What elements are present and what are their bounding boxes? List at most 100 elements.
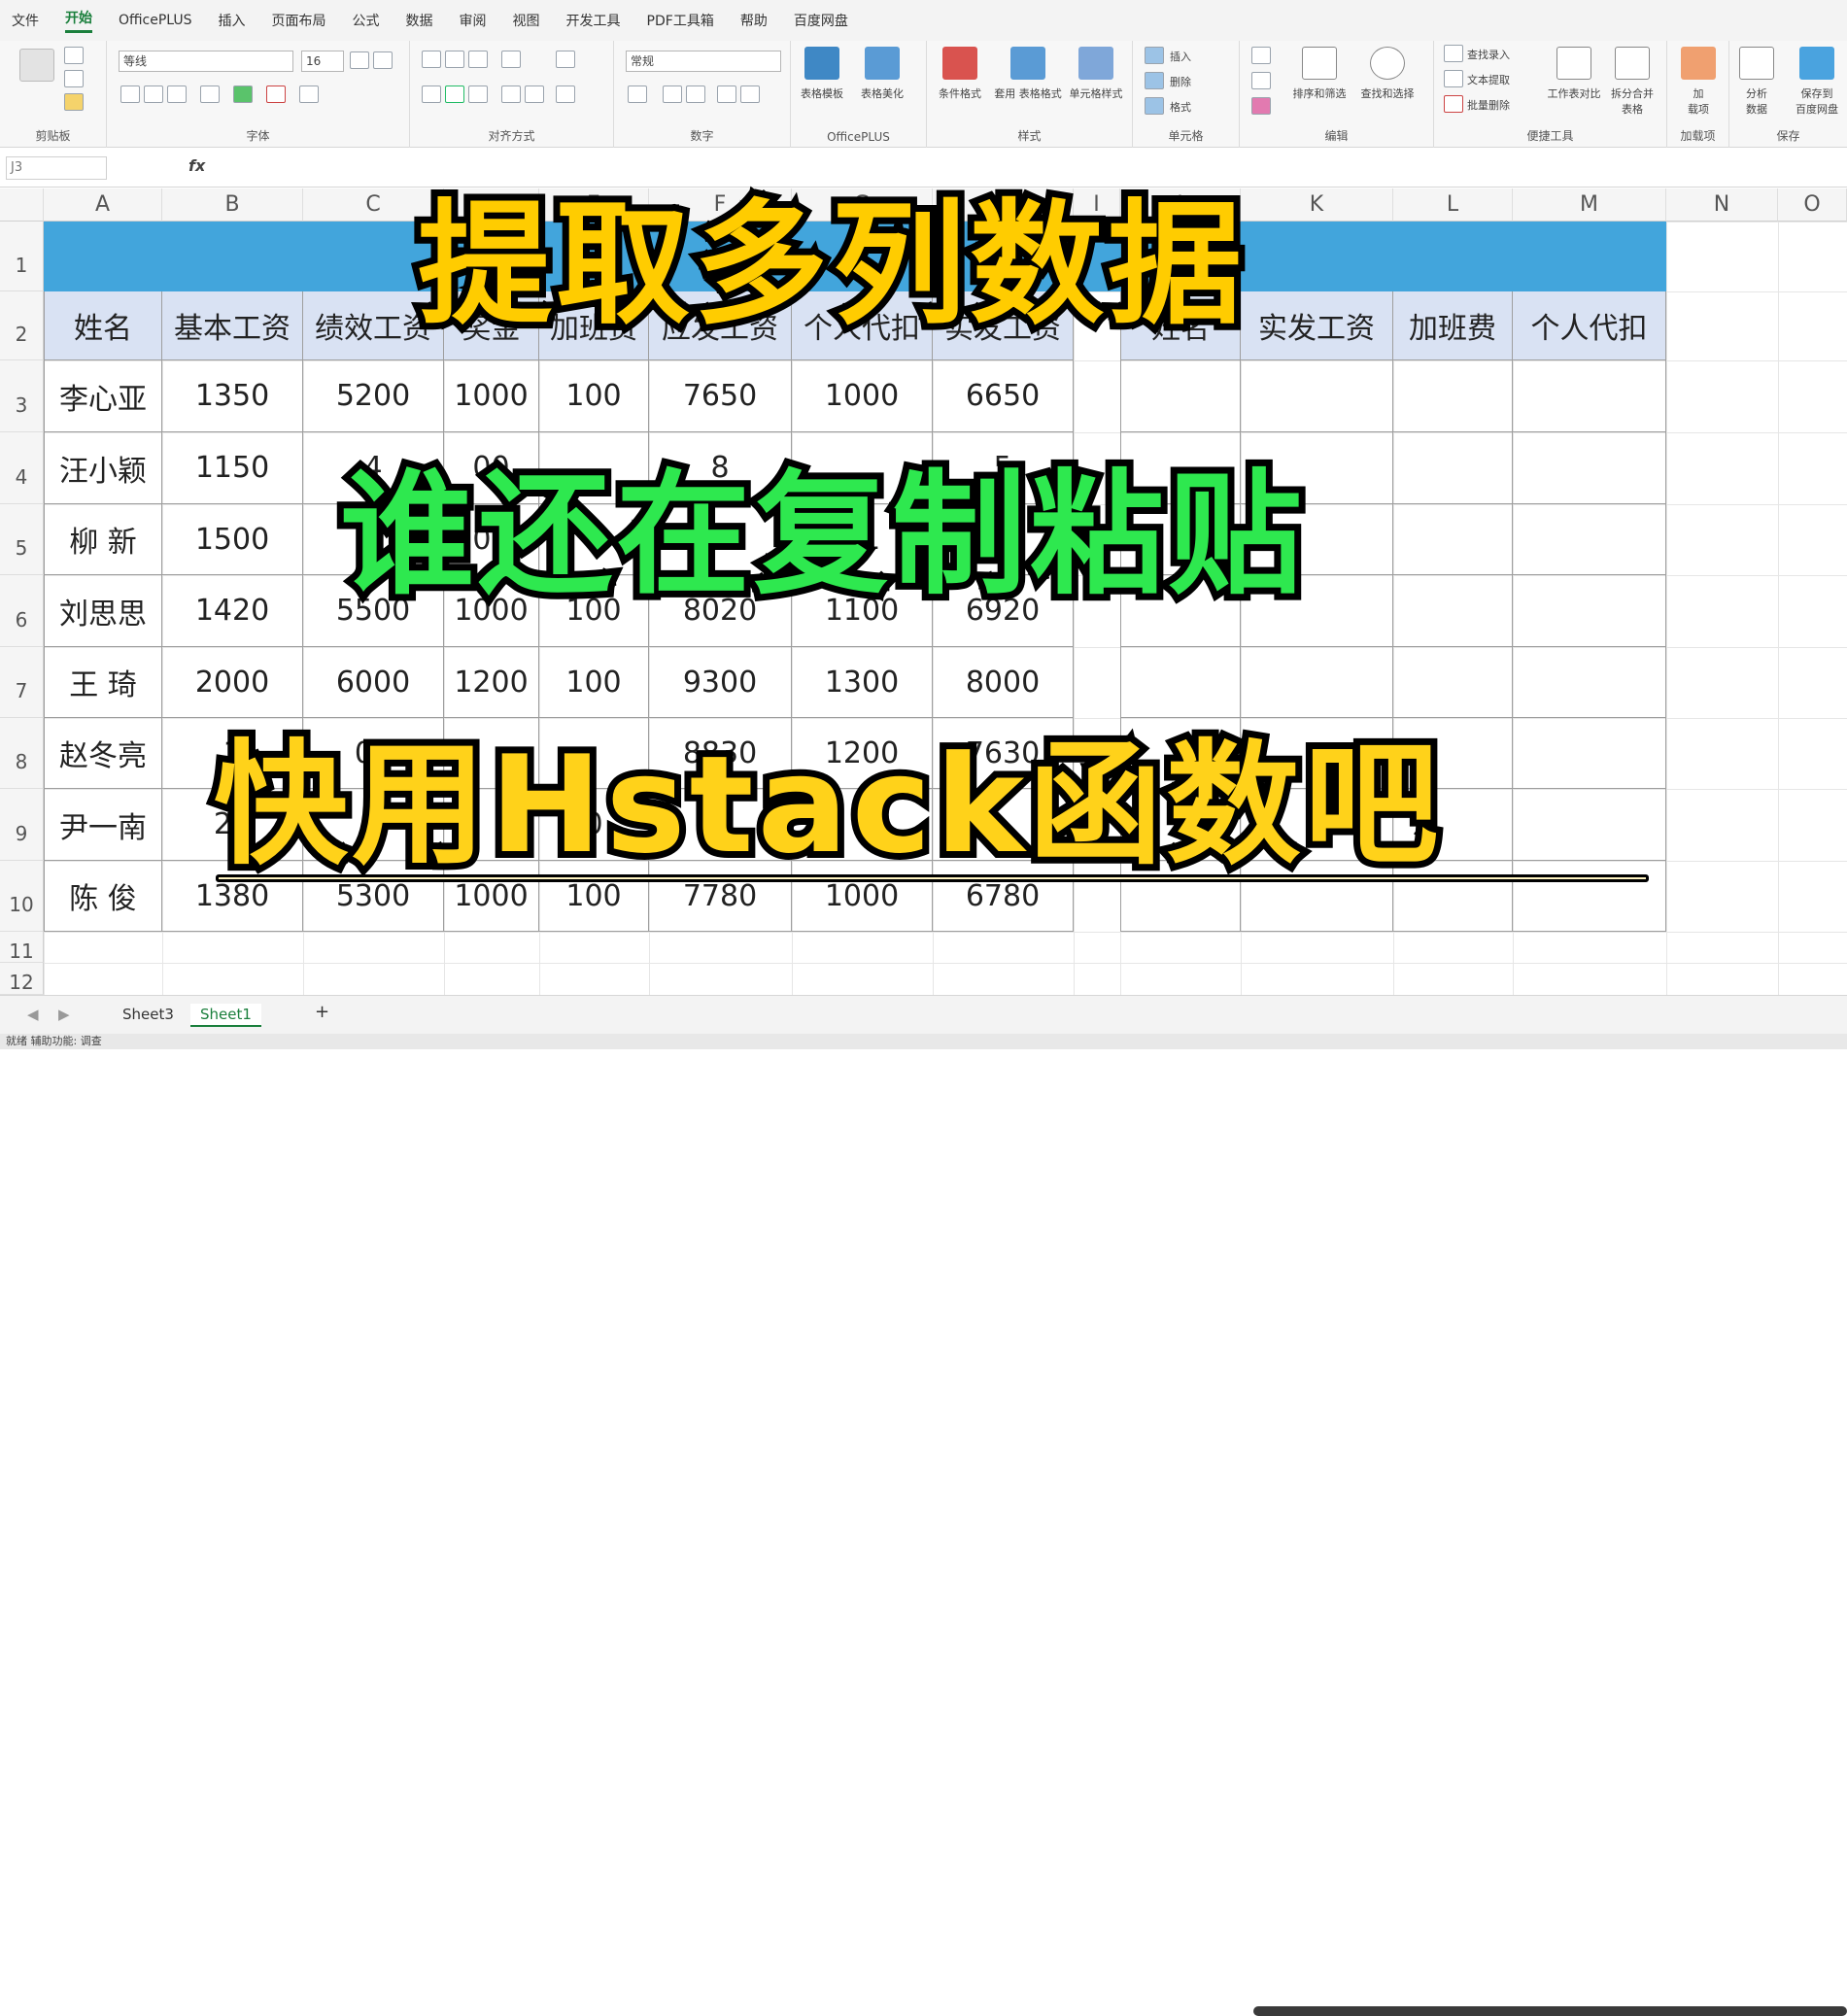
right-table-cell[interactable] <box>1513 432 1666 504</box>
baidu-cloud-icon[interactable] <box>1799 47 1834 80</box>
table-cell[interactable]: 汪小颖 <box>44 432 162 504</box>
right-table-cell[interactable] <box>1120 360 1241 432</box>
table-cell[interactable]: 5200 <box>303 360 444 432</box>
right-table-cell[interactable] <box>1513 861 1666 932</box>
delete-cells-icon[interactable] <box>1145 72 1164 89</box>
table-cell[interactable]: 1420 <box>162 575 303 647</box>
sheet-tab-sheet1[interactable]: Sheet1 <box>190 1004 261 1027</box>
row-header-6[interactable]: 6 <box>0 575 44 647</box>
column-header-K[interactable]: K <box>1241 188 1393 222</box>
column-header-M[interactable]: M <box>1513 188 1666 222</box>
right-table-header-cell[interactable]: 个人代扣 <box>1513 291 1666 360</box>
table-cell[interactable]: 7650 <box>649 360 792 432</box>
right-table-header-cell[interactable]: 实发工资 <box>1241 291 1393 360</box>
column-header-L[interactable]: L <box>1393 188 1513 222</box>
align-center-icon[interactable] <box>445 85 464 103</box>
right-table-cell[interactable] <box>1513 575 1666 647</box>
table-cell[interactable]: 尹一南 <box>44 789 162 861</box>
menu-item-8[interactable]: 视图 <box>513 11 540 30</box>
text-extract-icon[interactable] <box>1444 70 1463 87</box>
table-cell[interactable]: 王 琦 <box>44 647 162 718</box>
compare-sheets-icon[interactable] <box>1556 47 1591 80</box>
table-cell[interactable]: 1000 <box>444 360 539 432</box>
table-cell[interactable]: 陈 俊 <box>44 861 162 932</box>
menu-item-5[interactable]: 公式 <box>353 11 380 30</box>
orientation-icon[interactable] <box>501 51 521 68</box>
right-table-cell[interactable] <box>1393 575 1513 647</box>
row-header-2[interactable]: 2 <box>0 291 44 360</box>
column-header-A[interactable]: A <box>44 188 162 222</box>
add-sheet-button[interactable]: + <box>305 1000 339 1024</box>
copy-icon[interactable] <box>64 70 84 87</box>
menu-item-0[interactable]: 文件 <box>12 11 39 30</box>
name-box[interactable]: J3 <box>6 156 107 180</box>
table-cell[interactable]: 1150 <box>162 432 303 504</box>
menu-item-10[interactable]: PDF工具箱 <box>647 11 714 30</box>
table-cell[interactable]: 6650 <box>933 360 1074 432</box>
menu-item-1[interactable]: 开始 <box>65 8 92 33</box>
shrink-font-icon[interactable] <box>373 51 393 69</box>
border-icon[interactable] <box>200 85 220 103</box>
fill-icon[interactable] <box>1251 72 1271 89</box>
font-color-icon[interactable] <box>266 85 286 103</box>
align-left-icon[interactable] <box>422 85 441 103</box>
align-bottom-icon[interactable] <box>468 51 488 68</box>
row-header-8[interactable]: 8 <box>0 718 44 789</box>
table-header-cell[interactable]: 姓名 <box>44 291 162 360</box>
table-cell[interactable]: 1350 <box>162 360 303 432</box>
comma-icon[interactable] <box>686 85 705 103</box>
menu-item-6[interactable]: 数据 <box>406 11 433 30</box>
row-header-1[interactable]: 1 <box>0 222 44 291</box>
sheet-tab-sheet3[interactable]: Sheet3 <box>113 1004 184 1025</box>
select-all-corner[interactable] <box>0 188 44 222</box>
right-table-cell[interactable] <box>1393 360 1513 432</box>
cut-icon[interactable] <box>64 47 84 64</box>
conditional-format-icon[interactable] <box>942 47 977 80</box>
decrease-decimal-icon[interactable] <box>740 85 760 103</box>
row-header-3[interactable]: 3 <box>0 360 44 432</box>
menu-item-7[interactable]: 审阅 <box>460 11 487 30</box>
paste-icon[interactable] <box>19 49 54 82</box>
apply-table-format-icon[interactable] <box>1010 47 1045 80</box>
menu-item-2[interactable]: OfficePLUS <box>119 13 192 28</box>
insert-cells-icon[interactable] <box>1145 47 1164 64</box>
right-table-header-cell[interactable]: 加班费 <box>1393 291 1513 360</box>
table-template-icon[interactable] <box>804 47 839 80</box>
next-sheet-icon[interactable]: ▶ <box>49 1004 80 1025</box>
find-select-icon[interactable] <box>1370 47 1405 80</box>
right-table-cell[interactable] <box>1393 432 1513 504</box>
increase-decimal-icon[interactable] <box>717 85 736 103</box>
underline-icon[interactable] <box>167 85 187 103</box>
menu-item-11[interactable]: 帮助 <box>740 11 768 30</box>
find-entry-icon[interactable] <box>1444 45 1463 62</box>
number-format-select[interactable]: 常规 <box>626 51 781 72</box>
right-table-cell[interactable] <box>1513 647 1666 718</box>
row-header-5[interactable]: 5 <box>0 504 44 575</box>
row-header-12[interactable]: 12 <box>0 963 44 995</box>
column-header-B[interactable]: B <box>162 188 303 222</box>
phonetic-icon[interactable] <box>299 85 319 103</box>
align-right-icon[interactable] <box>468 85 488 103</box>
cell-style-icon[interactable] <box>1078 47 1113 80</box>
right-table-cell[interactable] <box>1513 718 1666 789</box>
right-table-cell[interactable] <box>1241 360 1393 432</box>
currency-icon[interactable] <box>628 85 647 103</box>
menu-item-4[interactable]: 页面布局 <box>272 11 326 30</box>
fill-color-icon[interactable] <box>233 85 253 103</box>
menu-item-3[interactable]: 插入 <box>219 11 246 30</box>
right-table-cell[interactable] <box>1393 504 1513 575</box>
align-middle-icon[interactable] <box>445 51 464 68</box>
row-header-9[interactable]: 9 <box>0 789 44 861</box>
table-cell[interactable]: 100 <box>539 360 649 432</box>
horizontal-scrollbar[interactable] <box>1253 2006 1847 2016</box>
table-cell[interactable]: 1000 <box>792 360 933 432</box>
batch-delete-icon[interactable] <box>1444 95 1463 113</box>
italic-icon[interactable] <box>144 85 163 103</box>
align-top-icon[interactable] <box>422 51 441 68</box>
fx-icon[interactable]: fx <box>188 156 205 175</box>
menu-item-12[interactable]: 百度网盘 <box>794 11 848 30</box>
clear-icon[interactable] <box>1251 97 1271 115</box>
table-cell[interactable]: 赵冬亮 <box>44 718 162 789</box>
right-table-cell[interactable] <box>1513 360 1666 432</box>
analyze-data-icon[interactable] <box>1739 47 1774 80</box>
